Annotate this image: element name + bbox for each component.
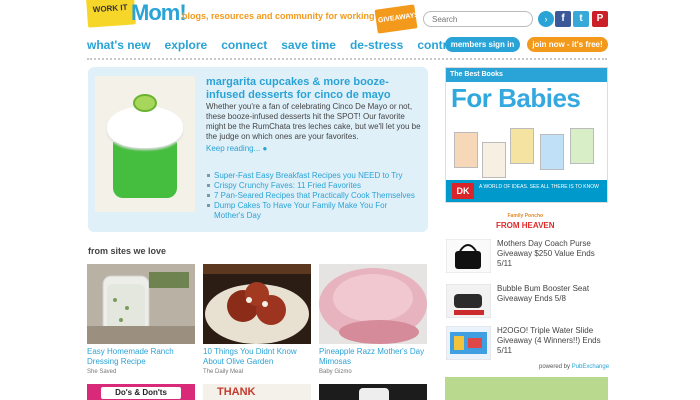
card-source: She Saved — [87, 369, 117, 375]
cupcake-image[interactable] — [95, 76, 195, 212]
book-cover — [540, 134, 564, 170]
twitter-icon[interactable]: t — [573, 11, 589, 27]
sidebar-bottom-ad[interactable] — [445, 377, 608, 400]
pubexchange-link[interactable]: PubExchange — [572, 364, 609, 370]
mimosa-photo — [319, 264, 427, 344]
logo-note-text: WORK IT — [92, 2, 128, 15]
ad-title-for: For — [451, 83, 492, 113]
members-sign-in-button[interactable]: members sign in — [445, 37, 520, 52]
related-link[interactable]: 7 Pan-Seared Recipes that Practically Co… — [207, 191, 417, 201]
search-input[interactable] — [423, 11, 533, 27]
books-ad[interactable]: The Best Books For Babies DK A WORLD OF … — [445, 67, 608, 203]
meatball-photo — [203, 264, 311, 344]
feature-description: Whether you're a fan of celebrating Cinc… — [206, 102, 421, 141]
ad-header: The Best Books — [446, 68, 607, 82]
ranch-photo — [87, 264, 195, 344]
bottom-thumb[interactable] — [319, 384, 427, 400]
giveaway-item[interactable]: Bubble Bum Booster Seat Giveaway Ends 5/… — [446, 284, 609, 318]
ad-footer: DK A WORLD OF IDEAS. SEE ALL THERE IS TO… — [446, 180, 607, 202]
main-nav: what's new explore connect save time de-… — [87, 38, 490, 52]
dk-logo: DK — [452, 183, 474, 199]
giveaway-item[interactable]: H2OGO! Triple Water Slide Giveaway (4 Wi… — [446, 326, 609, 360]
nav-whats-new[interactable]: what's new — [87, 38, 151, 52]
powered-prefix: powered by — [539, 364, 571, 370]
keep-reading-link[interactable]: Keep reading... ● — [206, 144, 267, 153]
nav-de-stress[interactable]: de-stress — [350, 38, 403, 52]
tagline: blogs, resources and community for worki… — [182, 11, 404, 21]
bottom-thumb-caption: THANK — [217, 386, 256, 398]
card-title[interactable]: 10 Things You Didnt Know About Olive Gar… — [203, 347, 311, 367]
logo-word: Mom! — [131, 0, 187, 25]
logo-note: WORK IT — [86, 0, 136, 28]
olive-garden-image[interactable] — [203, 264, 311, 344]
site-logo[interactable]: WORK IT Mom! — [86, 0, 187, 34]
card-title[interactable]: Pineapple Razz Mother's Day Mimosas — [319, 347, 427, 367]
ad-tagline: A WORLD OF IDEAS. SEE ALL THERE IS TO KN… — [479, 184, 599, 190]
cupcake-liner — [113, 142, 177, 198]
nav-explore[interactable]: explore — [165, 38, 208, 52]
heaven-small-text: Family Poncho — [507, 213, 544, 219]
lime-slice — [133, 94, 157, 112]
giveaway-text: Bubble Bum Booster Seat Giveaway Ends 5/… — [497, 284, 590, 303]
ad-title-rest: Babies — [498, 83, 581, 113]
divider — [87, 58, 607, 60]
related-link[interactable]: Crispy Crunchy Faves: 11 Fried Favorites — [207, 181, 417, 191]
card-title[interactable]: Easy Homemade Ranch Dressing Recipe — [87, 347, 195, 367]
bottom-thumb-caption: Do's & Don'ts — [101, 387, 181, 399]
page: WORK IT Mom! blogs, resources and commun… — [0, 0, 700, 400]
nav-connect[interactable]: connect — [221, 38, 267, 52]
powered-by: powered by PubExchange — [539, 364, 609, 370]
book-cover — [570, 128, 594, 164]
book-cover — [510, 128, 534, 164]
card-source: The Daily Meal — [203, 369, 244, 375]
pinterest-icon[interactable]: P — [592, 11, 608, 27]
feature-box: margarita cupcakes & more booze-infused … — [88, 67, 428, 232]
mimosa-image[interactable] — [319, 264, 427, 344]
bottom-thumb-caption — [359, 388, 389, 400]
purse-thumb — [446, 239, 491, 273]
bottom-thumb[interactable]: THANK — [203, 384, 311, 400]
booster-seat-thumb — [446, 284, 491, 318]
related-link[interactable]: Super-Fast Easy Breakfast Recipes you NE… — [207, 171, 417, 181]
water-slide-thumb — [446, 326, 491, 360]
card-source: Baby Gizmo — [319, 369, 352, 375]
giveaway-text: H2OGO! Triple Water Slide Giveaway (4 Wi… — [497, 326, 601, 355]
bottom-thumb[interactable]: Do's & Don'ts — [87, 384, 195, 400]
ranch-image[interactable] — [87, 264, 195, 344]
facebook-icon[interactable]: f — [555, 11, 571, 27]
ad-title: For Babies — [451, 83, 581, 114]
section-heading: from sites we love — [88, 246, 167, 256]
giveaway-text: Mothers Day Coach Purse Giveaway $250 Va… — [497, 239, 595, 268]
cupcake-frosting — [107, 106, 183, 148]
book-cover — [454, 132, 478, 168]
search-go-icon[interactable]: › — [538, 11, 554, 27]
giveaways-badge[interactable]: GIVEAWAYS — [374, 4, 420, 34]
book-cover — [482, 142, 506, 178]
from-heaven-logo[interactable]: Family Poncho FROM HEAVEN — [496, 212, 555, 230]
related-links: Super-Fast Easy Breakfast Recipes you NE… — [207, 171, 417, 221]
nav-save-time[interactable]: save time — [281, 38, 336, 52]
related-link[interactable]: Dump Cakes To Have Your Family Make You … — [207, 201, 417, 221]
join-button[interactable]: join now - it's free! — [527, 37, 608, 52]
giveaway-item[interactable]: Mothers Day Coach Purse Giveaway $250 Va… — [446, 239, 609, 273]
feature-title[interactable]: margarita cupcakes & more booze-infused … — [206, 76, 421, 102]
heaven-big-text: FROM HEAVEN — [496, 221, 555, 230]
